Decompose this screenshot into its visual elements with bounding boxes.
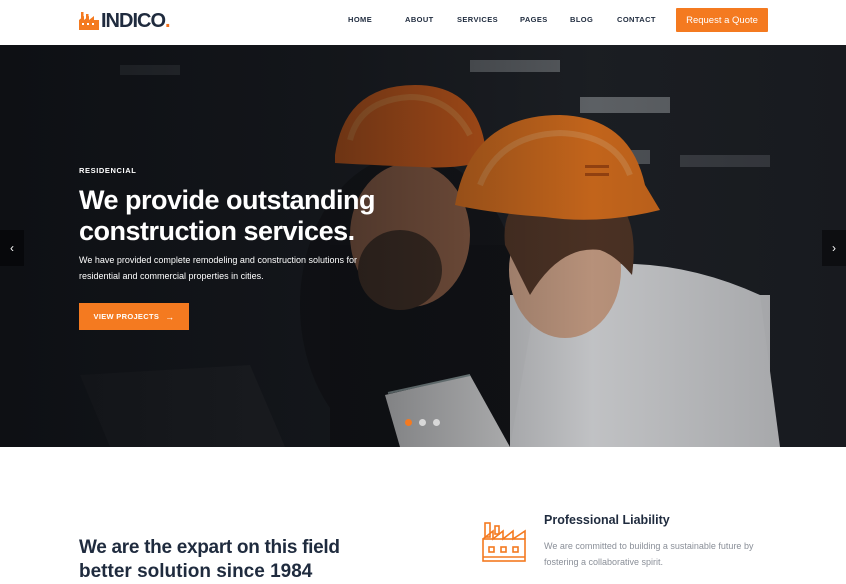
nav-contact[interactable]: CONTACT [617, 15, 656, 24]
nav-pages[interactable]: PAGES [520, 15, 570, 24]
feature-title: Professional Liability [544, 513, 670, 527]
hero-slider: RESIDENCIAL We provide outstanding const… [0, 45, 846, 447]
nav-blog[interactable]: BLOG [570, 15, 617, 24]
slide-dot-2[interactable] [419, 419, 426, 426]
nav-services[interactable]: SERVICES [457, 15, 520, 24]
feature-description: We are committed to building a sustainab… [544, 541, 754, 567]
slider-next-button[interactable]: › [822, 230, 846, 266]
logo-text: INDICO. [101, 9, 170, 32]
about-title-line2: better solution since 1984 [79, 561, 313, 582]
hero-description: We have provided complete remodeling and… [79, 255, 357, 281]
chevron-right-icon: › [832, 241, 836, 255]
slider-prev-button[interactable]: ‹ [0, 230, 24, 266]
factory-logo-icon [79, 12, 99, 30]
view-projects-button[interactable]: VIEW PROJECTS → [79, 303, 189, 330]
about-title: We are the expart on this field [79, 537, 340, 558]
hero-title: We provide outstanding construction serv… [79, 185, 376, 246]
hero-eyebrow: RESIDENCIAL [79, 166, 137, 175]
site-header: INDICO. HOME ABOUT SERVICES PAGES BLOG C… [0, 0, 846, 45]
factory-icon [482, 522, 526, 562]
arrow-right-icon: → [165, 311, 175, 322]
nav-home[interactable]: HOME [348, 15, 405, 24]
nav-about[interactable]: ABOUT [405, 15, 457, 24]
main-nav: HOME ABOUT SERVICES PAGES BLOG CONTACT [348, 15, 656, 24]
chevron-left-icon: ‹ [10, 241, 14, 255]
logo[interactable]: INDICO. [79, 9, 170, 33]
slide-dot-1[interactable] [405, 419, 412, 426]
view-projects-label: VIEW PROJECTS [93, 312, 160, 321]
slide-dot-3[interactable] [433, 419, 440, 426]
request-quote-button[interactable]: Request a Quote [676, 8, 768, 32]
slider-pagination [405, 419, 447, 426]
